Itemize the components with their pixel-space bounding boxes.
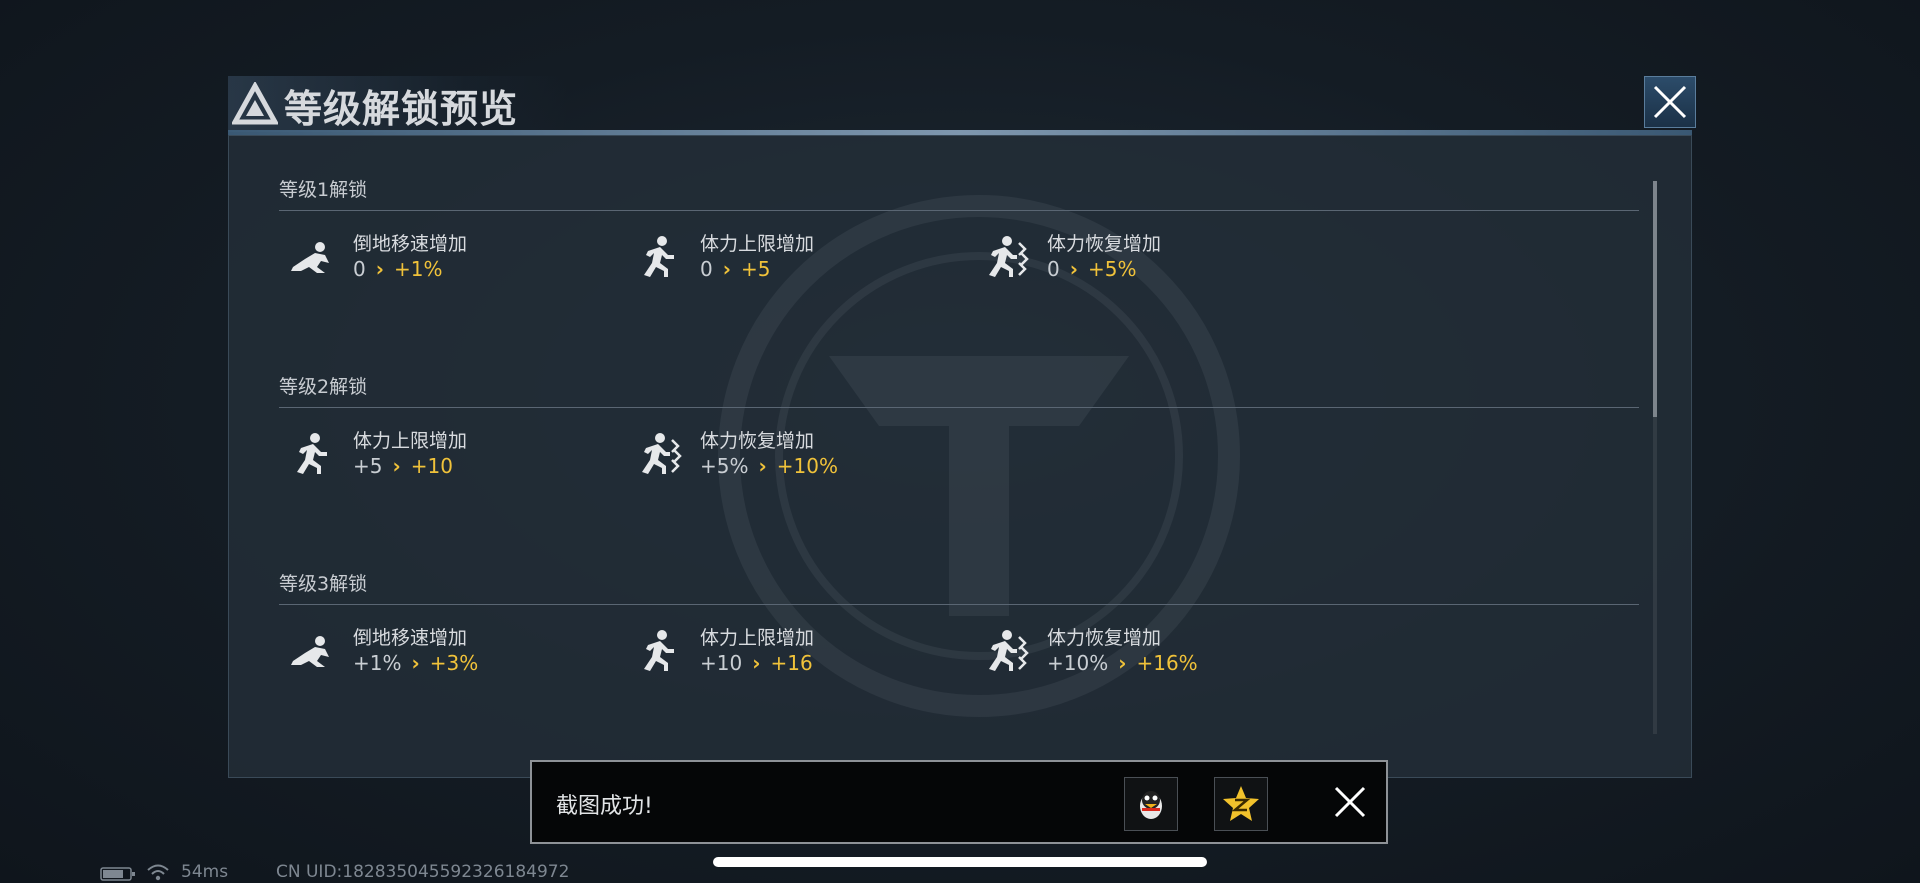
value-from: 0 [353,257,366,281]
run-icon [644,236,674,277]
level-2-section: 等级2解锁 体力上限增加 +5 › +10 体力恢复增加 +5% › +10% [279,373,1639,488]
toast-close-button[interactable] [1330,782,1370,822]
perk-stamina-regen: 体力恢复增加 0 › +5% [973,229,1293,289]
perk-crawl-speed: 倒地移速增加 +1% › +3% [279,623,599,683]
value-from: +1% [353,651,402,675]
perk-values: +10% › +16% [1047,651,1198,675]
perk-values: 0 › +5 [700,257,770,281]
value-to: +3% [429,651,479,675]
unlock-preview-panel: 等级1解锁 倒地移速增加 0 › +1% 体力上限增加 0 › +5 体力恢复增… [228,135,1692,778]
perk-name: 体力恢复增加 [1047,627,1162,649]
value-from: 0 [700,257,713,281]
value-to: +16% [1136,651,1198,675]
value-to: +10 [410,454,453,478]
run-icon [297,433,327,474]
screenshot-toast: 截图成功! [530,760,1388,844]
perk-stamina-max: 体力上限增加 +10 › +16 [626,623,946,683]
level-title: 等级2解锁 [279,376,368,398]
perk-values: +5% › +10% [700,454,838,478]
value-to: +5 [740,257,771,281]
chevron-right-icon: › [752,651,761,675]
perk-values: 0 › +5% [1047,257,1136,281]
perk-name: 体力上限增加 [700,627,815,649]
value-from: +5% [700,454,749,478]
value-from: 0 [1047,257,1060,281]
value-from: +10 [700,651,743,675]
value-to: +5% [1087,257,1137,281]
uid-readout: CN UID:1828350455923261849​72 [276,862,570,882]
ping-readout: 54ms [181,862,229,882]
value-to: +10% [776,454,838,478]
value-to: +1% [393,257,443,281]
perk-values: +5 › +10 [353,454,453,478]
level-title: 等级3解锁 [279,573,368,595]
sprint-icon [989,630,1029,671]
crawl-icon [291,242,329,273]
value-from: +5 [353,454,383,478]
close-button[interactable] [1644,76,1696,128]
perk-name: 体力上限增加 [700,233,815,255]
perk-stamina-regen: 体力恢复增加 +5% › +10% [626,426,946,486]
page-title: 等级解锁预览 [284,87,519,131]
chevron-right-icon: › [392,454,401,478]
chevron-right-icon: › [1069,257,1078,281]
level-3-section: 等级3解锁 倒地移速增加 +1% › +3% 体力上限增加 +10 › +16 [279,570,1639,685]
perk-values: +10 › +16 [700,651,813,675]
perk-name: 体力上限增加 [353,430,468,452]
triangle-logo-icon [232,82,278,125]
share-qzone-button[interactable] [1214,777,1268,831]
perk-name: 倒地移速增加 [353,233,468,255]
chevron-right-icon: › [375,257,384,281]
toast-message: 截图成功! [556,794,653,819]
level-1-section: 等级1解锁 倒地移速增加 0 › +1% 体力上限增加 0 › +5 体力恢复增… [279,176,1639,291]
run-icon [644,630,674,671]
perk-stamina-regen: 体力恢复增加 +10% › +16% [973,623,1293,683]
qzone-star-icon [1223,786,1259,821]
perk-values: 0 › +1% [353,257,442,281]
perk-name: 倒地移速增加 [353,627,468,649]
perk-stamina-max: 体力上限增加 0 › +5 [626,229,946,289]
perk-values: +1% › +3% [353,651,478,675]
chevron-right-icon: › [758,454,767,478]
sprint-icon [989,236,1029,277]
chevron-right-icon: › [1118,651,1127,675]
perk-name: 体力恢复增加 [1047,233,1162,255]
dialog-header: 等级解锁预览 [228,76,1696,136]
chevron-right-icon: › [722,257,731,281]
level-title: 等级1解锁 [279,179,368,201]
perk-name: 体力恢复增加 [700,430,815,452]
crawl-icon [291,636,329,667]
perk-crawl-speed: 倒地移速增加 0 › +1% [279,229,599,289]
sprint-icon [642,433,682,474]
value-to: +16 [770,651,813,675]
share-qq-button[interactable] [1124,777,1178,831]
home-indicator[interactable] [713,857,1207,867]
chevron-right-icon: › [411,651,420,675]
close-icon [1653,85,1687,119]
qq-penguin-icon [1140,791,1162,819]
value-from: +10% [1047,651,1109,675]
scrollbar-thumb[interactable] [1653,181,1657,417]
perk-stamina-max: 体力上限增加 +5 › +10 [279,426,599,486]
wifi-icon [147,864,169,881]
close-icon [1334,786,1366,818]
battery-icon [100,867,135,881]
